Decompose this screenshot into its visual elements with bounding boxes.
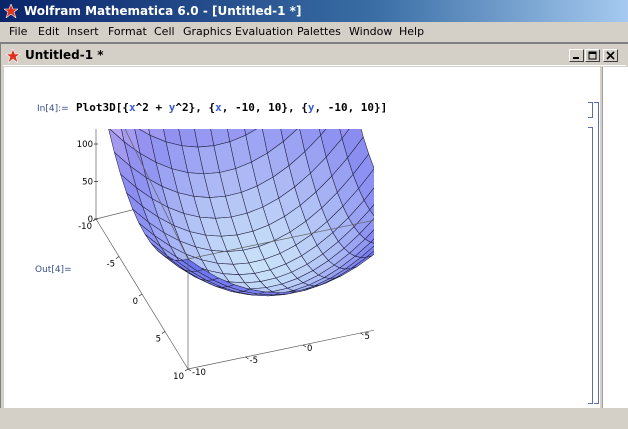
menu-window[interactable]: Window (347, 22, 394, 42)
group-cell-bracket[interactable] (594, 102, 599, 404)
menu-help[interactable]: Help (397, 22, 426, 42)
x-tick-label: -10 (78, 222, 92, 232)
notebook-titlebar[interactable]: Untitled-1 * (3, 46, 626, 66)
minimize-button[interactable] (569, 49, 584, 62)
x-tick-mark (161, 331, 166, 334)
menu-graphics[interactable]: Graphics (181, 22, 234, 42)
restore-icon (588, 51, 597, 60)
plot3d-graphic[interactable]: 200150100500-10-50510-10-50510 (74, 129, 374, 429)
x-tick-mark (92, 218, 97, 222)
menu-edit[interactable]: Edit (36, 22, 61, 42)
x-tick-label: 10 (173, 372, 184, 382)
notebook-canvas[interactable]: In[4]:= Plot3D[{x^2 + y^2}, {x, -10, 10}… (4, 67, 600, 408)
notebook-logo-icon (6, 49, 20, 63)
x-tick-mark (184, 368, 189, 372)
close-icon (606, 51, 615, 60)
notebook-window: Untitled-1 * In[4]:= Plot3D[{x^2 + y^2},… (1, 44, 628, 408)
close-button[interactable] (603, 49, 618, 62)
menu-format[interactable]: Format (106, 22, 149, 42)
x-tick-mark (138, 293, 143, 297)
mathematica-logo-icon (4, 4, 18, 18)
vertical-scrollbar[interactable] (602, 67, 628, 408)
y-tick-mark (302, 344, 307, 348)
x-tick-label: 5 (156, 335, 161, 345)
menu-bar: File Edit Insert Format Cell Graphics Ev… (0, 22, 628, 42)
menu-evaluation[interactable]: Evaluation (233, 22, 295, 42)
menu-insert[interactable]: Insert (65, 22, 101, 42)
menu-palettes[interactable]: Palettes (295, 22, 343, 42)
x-tick-label: 0 (133, 297, 138, 307)
z-tick-label: 100 (77, 140, 93, 150)
z-tick-label: 50 (82, 178, 93, 188)
x-tick-mark (115, 256, 120, 259)
output-cell-bracket[interactable] (588, 127, 593, 404)
y-tick-label: 0 (307, 344, 312, 354)
restore-button[interactable] (585, 49, 600, 62)
input-cell-code[interactable]: Plot3D[{x^2 + y^2}, {x, -10, 10}, {y, -1… (76, 101, 387, 114)
x-tick-label: -5 (107, 260, 115, 270)
app-title: Wolfram Mathematica 6.0 - [Untitled-1 *] (24, 4, 302, 18)
input-label: In[4]:= (37, 104, 69, 114)
app-titlebar[interactable]: Wolfram Mathematica 6.0 - [Untitled-1 *] (0, 0, 628, 22)
menu-cell[interactable]: Cell (152, 22, 177, 42)
y-tick-mark (187, 368, 192, 372)
input-cell-bracket[interactable] (588, 102, 593, 118)
notebook-title: Untitled-1 * (25, 48, 104, 62)
y-tick-label: -5 (250, 356, 258, 366)
bounding-box-edge (187, 329, 374, 370)
minimize-icon (573, 57, 579, 59)
output-label: Out[4]= (35, 265, 72, 275)
y-tick-label: -10 (192, 368, 206, 378)
y-tick-mark (245, 356, 249, 360)
y-tick-label: 5 (365, 332, 370, 342)
menu-file[interactable]: File (7, 22, 29, 42)
y-tick-mark (360, 332, 364, 336)
